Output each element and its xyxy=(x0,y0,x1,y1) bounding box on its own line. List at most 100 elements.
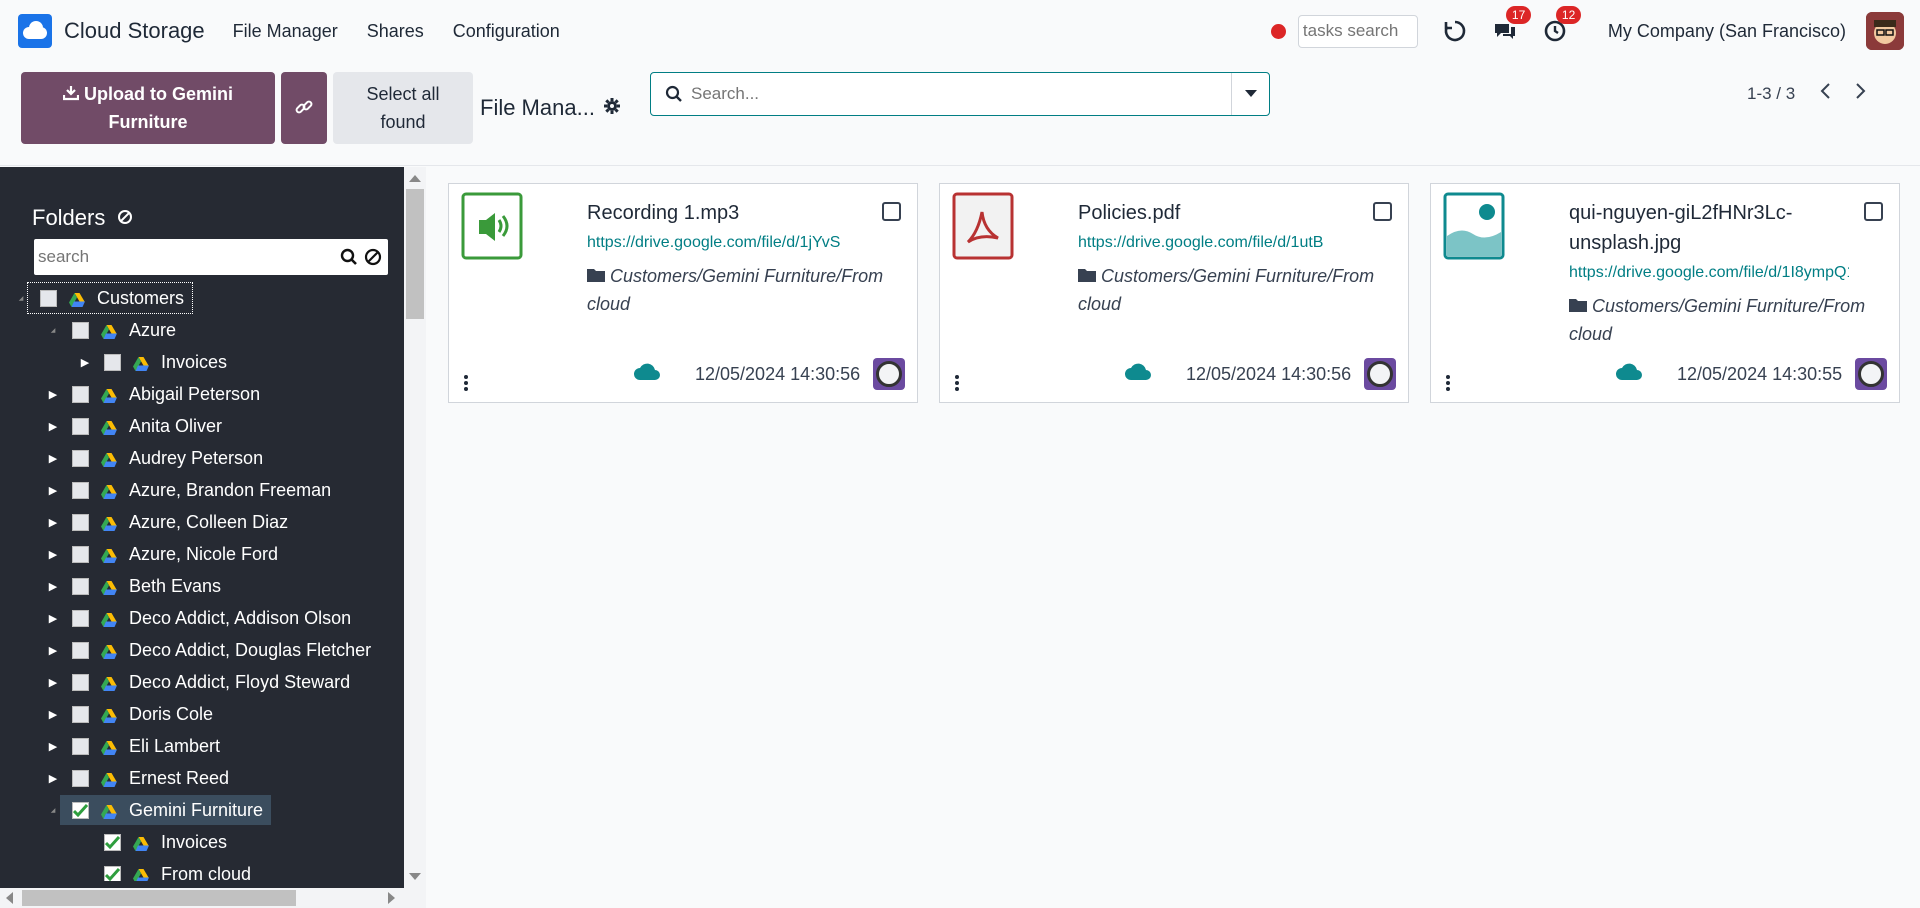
folder-tree-node[interactable]: ▶ Azure, Colleen Diaz xyxy=(46,507,296,537)
folder-checkbox[interactable] xyxy=(104,353,121,371)
folder-checkbox[interactable] xyxy=(40,289,57,307)
folder-tree-node[interactable]: ◢ Gemini Furniture xyxy=(46,795,272,825)
folder-tree-node[interactable]: ▶ Invoices xyxy=(78,347,235,377)
folder-tree-node[interactable]: ▶ Ernest Reed xyxy=(46,763,237,793)
company-switcher[interactable]: My Company (San Francisco) xyxy=(1608,21,1846,42)
folder-tree-node-content[interactable]: Audrey Peterson xyxy=(60,443,271,473)
folder-checkbox[interactable] xyxy=(72,417,89,435)
folder-tree-node-content[interactable]: Azure, Brandon Freeman xyxy=(60,475,339,505)
caret-right-icon[interactable]: ▶ xyxy=(46,612,60,625)
vertical-scrollbar[interactable] xyxy=(404,167,426,908)
folder-tree-node-content[interactable]: Azure, Nicole Ford xyxy=(60,539,286,569)
folder-tree-node[interactable]: ▶ Anita Oliver xyxy=(46,411,230,441)
caret-right-icon[interactable]: ▶ xyxy=(46,420,60,433)
folder-search-input[interactable] xyxy=(34,247,340,267)
folder-checkbox[interactable] xyxy=(72,481,89,499)
search-input[interactable] xyxy=(691,74,1231,114)
folder-tree-node[interactable]: ▶ Eli Lambert xyxy=(46,731,228,761)
folder-checkbox[interactable] xyxy=(72,673,89,691)
more-options-icon[interactable] xyxy=(1445,374,1451,397)
folder-checkbox[interactable] xyxy=(72,609,89,627)
scroll-left-arrow-icon[interactable] xyxy=(6,892,13,904)
folder-checkbox[interactable] xyxy=(72,385,89,403)
folder-tree-node[interactable]: ▶ Abigail Peterson xyxy=(46,379,268,409)
more-options-icon[interactable] xyxy=(954,374,960,397)
file-url-link[interactable]: https://drive.google.com/file/d/1I8ympQ1 xyxy=(1569,264,1849,282)
horizontal-scrollbar[interactable] xyxy=(0,888,404,908)
tasks-search-input[interactable] xyxy=(1297,14,1418,48)
file-select-checkbox[interactable] xyxy=(1864,202,1883,221)
owner-avatar[interactable] xyxy=(873,358,905,390)
gear-icon[interactable] xyxy=(603,95,621,121)
caret-right-icon[interactable]: ▶ xyxy=(46,516,60,529)
folder-tree-node-content[interactable]: Abigail Peterson xyxy=(60,379,268,409)
folder-tree-node-content[interactable]: Customers xyxy=(26,282,194,314)
scroll-up-arrow-icon[interactable] xyxy=(409,175,421,182)
scrollbar-thumb[interactable] xyxy=(22,890,296,906)
scroll-down-arrow-icon[interactable] xyxy=(409,873,421,880)
caret-right-icon[interactable]: ▶ xyxy=(46,740,60,753)
caret-down-icon[interactable]: ◢ xyxy=(46,807,60,814)
folder-checkbox[interactable] xyxy=(72,801,89,819)
caret-right-icon[interactable]: ▶ xyxy=(78,356,92,369)
folder-checkbox[interactable] xyxy=(104,833,121,851)
file-url-link[interactable]: https://drive.google.com/file/d/1jYvS xyxy=(587,234,867,252)
folder-tree-node-content[interactable]: Invoices xyxy=(92,347,235,377)
owner-avatar[interactable] xyxy=(1364,358,1396,390)
caret-right-icon[interactable]: ▶ xyxy=(46,708,60,721)
folder-tree-node-content[interactable]: Deco Addict, Addison Olson xyxy=(60,603,359,633)
menu-shares[interactable]: Shares xyxy=(367,21,424,42)
folder-tree-node[interactable]: ◢ Customers xyxy=(14,282,194,314)
folder-checkbox[interactable] xyxy=(72,449,89,467)
folder-checkbox[interactable] xyxy=(72,769,89,787)
caret-right-icon[interactable]: ▶ xyxy=(46,548,60,561)
folder-tree-node[interactable]: ▶ Deco Addict, Floyd Steward xyxy=(46,667,358,697)
messages-icon[interactable]: 17 xyxy=(1492,6,1532,44)
folder-tree-node-content[interactable]: Deco Addict, Douglas Fletcher xyxy=(60,635,379,665)
pager-value[interactable]: 1-3 / 3 xyxy=(1747,84,1795,104)
menu-file-manager[interactable]: File Manager xyxy=(233,21,338,42)
caret-right-icon[interactable]: ▶ xyxy=(46,484,60,497)
app-brand[interactable]: Cloud Storage xyxy=(18,14,205,48)
folder-tree-node[interactable]: ▶ Deco Addict, Douglas Fletcher xyxy=(46,635,379,665)
more-options-icon[interactable] xyxy=(463,374,469,397)
upload-button[interactable]: Upload to Gemini Furniture xyxy=(21,72,275,144)
caret-right-icon[interactable]: ▶ xyxy=(46,580,60,593)
folder-tree-node[interactable]: ▶ Azure, Brandon Freeman xyxy=(46,475,339,505)
file-select-checkbox[interactable] xyxy=(1373,202,1392,221)
caret-right-icon[interactable]: ▶ xyxy=(46,772,60,785)
folder-checkbox[interactable] xyxy=(72,737,89,755)
link-button[interactable] xyxy=(281,72,327,144)
folder-checkbox[interactable] xyxy=(72,641,89,659)
folder-tree-node[interactable]: ◢ Azure xyxy=(46,315,184,345)
folder-tree-node-content[interactable]: Deco Addict, Floyd Steward xyxy=(60,667,358,697)
scroll-right-arrow-icon[interactable] xyxy=(388,892,395,904)
file-title[interactable]: Recording 1.mp3 xyxy=(587,198,877,228)
file-card[interactable]: Policies.pdf https://drive.google.com/fi… xyxy=(939,183,1409,403)
caret-right-icon[interactable]: ▶ xyxy=(46,452,60,465)
folder-tree-node[interactable]: ▶ Azure, Nicole Ford xyxy=(46,539,286,569)
file-title[interactable]: Policies.pdf xyxy=(1078,198,1368,228)
folder-tree-node-content[interactable]: Doris Cole xyxy=(60,699,221,729)
folder-tree-node[interactable]: ▶ Deco Addict, Addison Olson xyxy=(46,603,359,633)
folder-checkbox[interactable] xyxy=(72,321,89,339)
clear-filter-icon[interactable] xyxy=(117,205,133,231)
folder-tree-node[interactable]: Invoices xyxy=(78,827,235,857)
folder-checkbox[interactable] xyxy=(104,865,121,881)
scrollbar-thumb[interactable] xyxy=(406,189,424,319)
chevron-left-icon[interactable] xyxy=(1819,82,1831,105)
refresh-icon[interactable] xyxy=(1442,18,1468,44)
clear-search-icon[interactable] xyxy=(364,248,382,266)
folder-tree-node-content[interactable]: Anita Oliver xyxy=(60,411,230,441)
folder-tree-node[interactable]: ▶ Beth Evans xyxy=(46,571,229,601)
file-card[interactable]: qui-nguyen-giL2fHNr3Lc- unsplash.jpg htt… xyxy=(1430,183,1900,403)
folder-checkbox[interactable] xyxy=(72,545,89,563)
folder-checkbox[interactable] xyxy=(72,577,89,595)
owner-avatar[interactable] xyxy=(1855,358,1887,390)
activities-clock-icon[interactable]: 12 xyxy=(1542,6,1582,44)
file-title[interactable]: qui-nguyen-giL2fHNr3Lc- unsplash.jpg xyxy=(1569,198,1859,258)
caret-right-icon[interactable]: ▶ xyxy=(46,644,60,657)
select-all-found-button[interactable]: Select all found xyxy=(333,72,473,144)
folder-tree-node[interactable]: ▶ Doris Cole xyxy=(46,699,221,729)
folder-tree-node-content[interactable]: Invoices xyxy=(92,827,235,857)
